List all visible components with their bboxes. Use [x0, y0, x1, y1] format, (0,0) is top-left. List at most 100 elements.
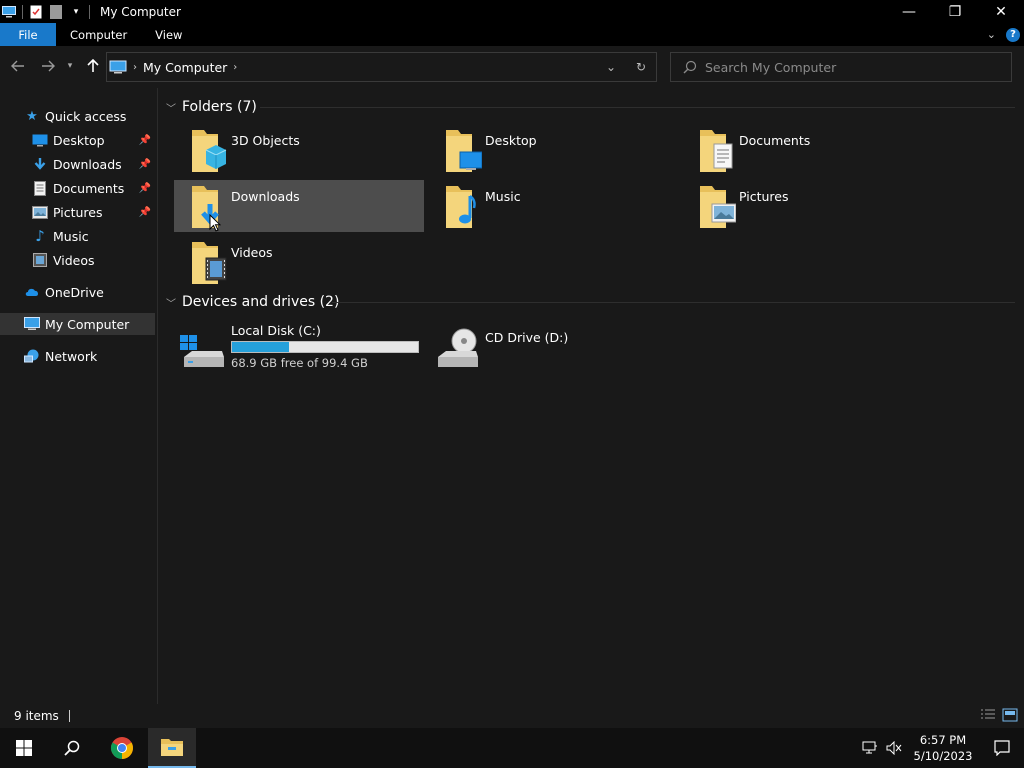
up-arrow-icon — [87, 59, 99, 72]
toolbar-separator — [22, 4, 23, 19]
collapse-chevron-icon[interactable]: ﹀ — [166, 295, 176, 310]
breadcrumb-chevron-icon[interactable]: › — [233, 62, 237, 73]
tile-label: Downloads — [231, 189, 300, 204]
picture-icon — [32, 204, 48, 220]
view-switcher — [980, 708, 1018, 722]
pin-icon[interactable]: 📌 — [139, 159, 151, 170]
search-box[interactable]: Search My Computer — [670, 52, 1012, 82]
back-button[interactable] — [8, 56, 28, 76]
nav-my-computer[interactable]: My Computer — [0, 313, 155, 335]
group-title: Devices and drives (2) — [182, 294, 340, 310]
3d-objects-folder-icon — [192, 130, 227, 172]
search-icon — [683, 60, 697, 74]
tile-label: Desktop — [485, 133, 537, 148]
nav-label: Documents — [53, 180, 125, 196]
tab-computer[interactable]: Computer — [56, 23, 141, 46]
tab-view[interactable]: View — [141, 23, 196, 46]
clock[interactable]: 6:57 PM 5/10/2023 — [906, 732, 980, 764]
network-icon — [24, 348, 40, 364]
large-icons-view-icon[interactable] — [1002, 708, 1018, 722]
details-view-icon[interactable] — [980, 708, 996, 722]
nav-item-videos[interactable]: Videos — [0, 249, 155, 271]
drive-cd-d[interactable]: CD Drive (D:) — [434, 323, 674, 373]
nav-label: Music — [53, 228, 89, 244]
customize-toolbar-chevron-icon[interactable]: ▾ — [69, 5, 83, 19]
pin-icon[interactable]: 📌 — [139, 207, 151, 218]
system-tray: 6:57 PM 5/10/2023 — [858, 728, 1024, 768]
folder-videos[interactable]: Videos — [174, 236, 424, 288]
nav-item-documents[interactable]: Documents 📌 — [0, 177, 155, 199]
new-folder-icon[interactable] — [49, 4, 63, 19]
network-tray-icon[interactable] — [858, 728, 882, 768]
cloud-icon — [24, 284, 40, 300]
nav-label: Quick access — [45, 108, 127, 124]
drive-usage-bar — [231, 341, 419, 353]
pin-icon[interactable]: 📌 — [139, 183, 151, 194]
computer-icon[interactable] — [2, 5, 16, 19]
chrome-taskbar-button[interactable] — [98, 728, 146, 768]
search-taskbar-button[interactable] — [48, 728, 96, 768]
file-explorer-taskbar-button[interactable] — [148, 728, 196, 768]
document-icon — [32, 180, 48, 196]
folder-documents[interactable]: Documents — [682, 124, 932, 176]
tile-label: Music — [485, 189, 521, 204]
music-folder-icon — [446, 186, 476, 228]
nav-item-music[interactable]: ♪ Music — [0, 225, 155, 247]
clock-time: 6:57 PM — [919, 733, 967, 747]
pin-icon[interactable]: 📌 — [139, 135, 151, 146]
video-icon — [32, 252, 48, 268]
file-explorer-icon — [161, 739, 183, 756]
action-center-button[interactable] — [980, 728, 1024, 768]
window-title: My Computer — [100, 4, 181, 19]
drive-label: Local Disk (C:) — [231, 323, 321, 338]
breadcrumb-my-computer[interactable]: My Computer — [143, 60, 227, 75]
navigation-pane: ★ Quick access Desktop 📌 Downloads 📌 Doc… — [0, 88, 158, 704]
nav-item-downloads[interactable]: Downloads 📌 — [0, 153, 155, 175]
address-history-chevron-icon[interactable]: ⌄ — [596, 60, 626, 74]
windows-logo-icon — [16, 740, 32, 756]
properties-icon[interactable] — [29, 5, 43, 19]
address-bar[interactable]: › My Computer › ⌄ ↻ — [106, 52, 657, 82]
computer-icon — [24, 316, 40, 332]
drive-local-disk-c[interactable]: Local Disk (C:) 68.9 GB free of 99.4 GB — [180, 323, 420, 373]
folder-pictures[interactable]: Pictures — [682, 180, 932, 232]
window-controls: — ❐ ✕ — [886, 0, 1024, 23]
taskbar: 6:57 PM 5/10/2023 — [0, 728, 1024, 768]
tile-label: Videos — [231, 245, 273, 260]
help-icon[interactable]: ? — [1006, 27, 1020, 42]
tab-file[interactable]: File — [0, 23, 56, 46]
minimize-button[interactable]: — — [886, 0, 932, 23]
ribbon-tabs: File Computer View ⌄ ? — [0, 23, 1024, 46]
close-button[interactable]: ✕ — [978, 0, 1024, 23]
notification-icon — [994, 740, 1010, 756]
collapse-chevron-icon[interactable]: ﹀ — [166, 100, 176, 115]
nav-label: My Computer — [45, 316, 130, 332]
nav-item-pictures[interactable]: Pictures 📌 — [0, 201, 155, 223]
breadcrumb-separator-icon[interactable]: › — [133, 62, 137, 73]
download-arrow-icon — [32, 156, 48, 172]
nav-item-desktop[interactable]: Desktop 📌 — [0, 129, 155, 151]
up-button[interactable] — [83, 56, 103, 76]
clock-date: 5/10/2023 — [913, 749, 973, 763]
folder-3d-objects[interactable]: 3D Objects — [174, 124, 424, 176]
nav-onedrive[interactable]: OneDrive — [0, 281, 155, 303]
drive-label: CD Drive (D:) — [485, 330, 569, 345]
recent-locations-chevron-icon[interactable]: ▾ — [62, 56, 78, 76]
folder-music[interactable]: Music — [428, 180, 678, 232]
restore-button[interactable]: ❐ — [932, 0, 978, 23]
group-header-drives[interactable]: ﹀ Devices and drives (2) — [166, 291, 339, 313]
start-button[interactable] — [0, 728, 48, 768]
search-input[interactable]: Search My Computer — [705, 60, 836, 75]
refresh-icon[interactable]: ↻ — [626, 60, 656, 74]
back-arrow-icon — [11, 60, 24, 72]
tile-label: Pictures — [739, 189, 789, 204]
nav-network[interactable]: Network — [0, 345, 155, 367]
forward-button[interactable] — [38, 56, 58, 76]
nav-label: Downloads — [53, 156, 122, 172]
expand-ribbon-chevron-icon[interactable]: ⌄ — [987, 28, 996, 41]
nav-quick-access[interactable]: ★ Quick access — [0, 105, 155, 127]
volume-muted-icon[interactable] — [882, 728, 906, 768]
music-note-icon: ♪ — [35, 227, 45, 245]
group-header-folders[interactable]: ﹀ Folders (7) — [166, 96, 257, 118]
folder-desktop[interactable]: Desktop — [428, 124, 678, 176]
